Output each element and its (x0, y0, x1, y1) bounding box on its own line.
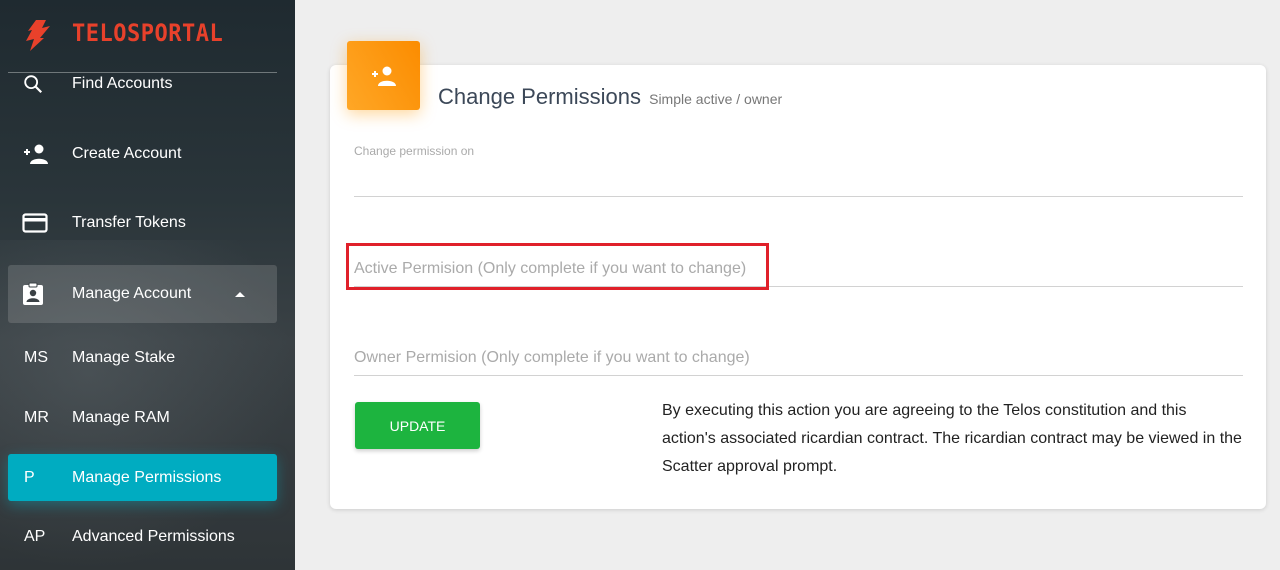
change-permission-on-label: Change permission on (354, 144, 475, 158)
person-add-icon (8, 143, 72, 165)
card-subtitle: Simple active / owner (649, 91, 783, 107)
owner-permission-input[interactable]: Owner Permision (Only complete if you wa… (354, 349, 750, 367)
annotation-highlight-box (346, 243, 769, 290)
sidebar-item-create-account[interactable]: Create Account (8, 125, 277, 183)
sidebar-item-abbr: MR (24, 409, 49, 426)
card-title-text: Change Permissions (438, 84, 641, 109)
sidebar-item-abbr: AP (24, 528, 46, 545)
disclaimer-text: By executing this action you are agreein… (662, 402, 1242, 475)
owner-permission-underline (354, 375, 1243, 376)
sidebar-item-manage-ram[interactable]: MR Manage RAM (8, 389, 277, 447)
change-permission-on-field[interactable] (354, 196, 1243, 197)
sidebar-item-label: Transfer Tokens (72, 214, 186, 231)
sidebar-item-advanced-permissions[interactable]: AP Advanced Permissions (8, 508, 277, 566)
sidebar-item-label: Manage Permissions (72, 468, 222, 486)
sidebar-item-manage-account[interactable]: Manage Account (8, 265, 277, 323)
sidebar-item-label: Manage Account (72, 285, 192, 302)
update-button[interactable]: UPDATE (355, 402, 480, 449)
page-title: Change Permissions Simple active / owner (438, 84, 782, 110)
sidebar-item-transfer-tokens[interactable]: Transfer Tokens (8, 194, 277, 252)
sidebar-item-label: Find Accounts (72, 75, 173, 92)
sidebar-item-label: Manage RAM (72, 409, 170, 426)
person-add-icon (371, 66, 396, 86)
sidebar-item-label: Create Account (72, 145, 182, 162)
telos-logo-icon (26, 20, 50, 51)
credit-card-icon (8, 213, 72, 233)
sidebar-item-abbr: P (24, 468, 35, 486)
sidebar-item-manage-stake[interactable]: MS Manage Stake (8, 329, 277, 387)
sidebar-item-label: Advanced Permissions (72, 528, 235, 545)
sidebar-item-manage-permissions[interactable]: P Manage Permissions (8, 454, 277, 501)
chevron-up-icon (235, 291, 245, 297)
search-icon (8, 73, 72, 95)
assignment-ind-icon (8, 282, 72, 306)
card-header-icon (347, 41, 420, 110)
sidebar: TELOSPORTAL Find Accounts Create Account… (0, 0, 295, 570)
sidebar-item-label: Manage Stake (72, 349, 176, 366)
sidebar-item-abbr: MS (24, 349, 48, 366)
brand-name: TELOSPORTAL (72, 20, 224, 48)
sidebar-item-find-accounts[interactable]: Find Accounts (8, 55, 277, 113)
